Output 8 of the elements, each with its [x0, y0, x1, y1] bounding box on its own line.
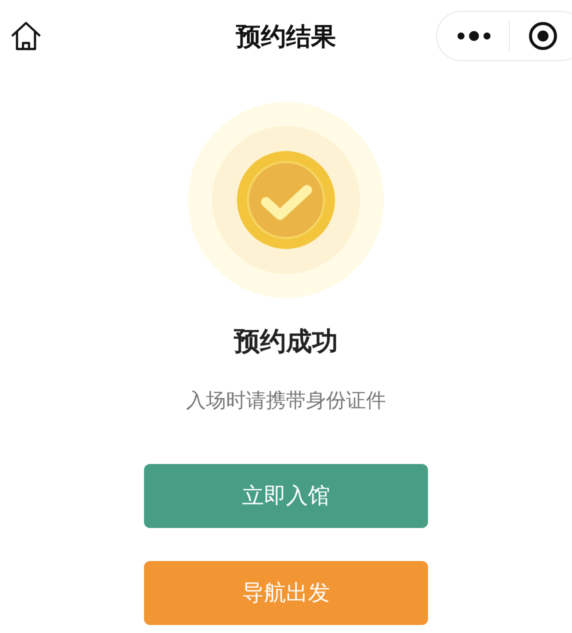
action-button[interactable]: 立即入馆	[144, 464, 428, 528]
page-title: 预约结果	[236, 22, 336, 50]
more-icon[interactable]	[457, 30, 491, 42]
result-title: 预约成功	[234, 326, 338, 359]
home-icon[interactable]	[10, 20, 42, 52]
success-check-icon	[188, 102, 384, 298]
action-button[interactable]: 导航出发	[144, 561, 428, 625]
result-message: 入场时请携带身份证件	[186, 387, 386, 414]
